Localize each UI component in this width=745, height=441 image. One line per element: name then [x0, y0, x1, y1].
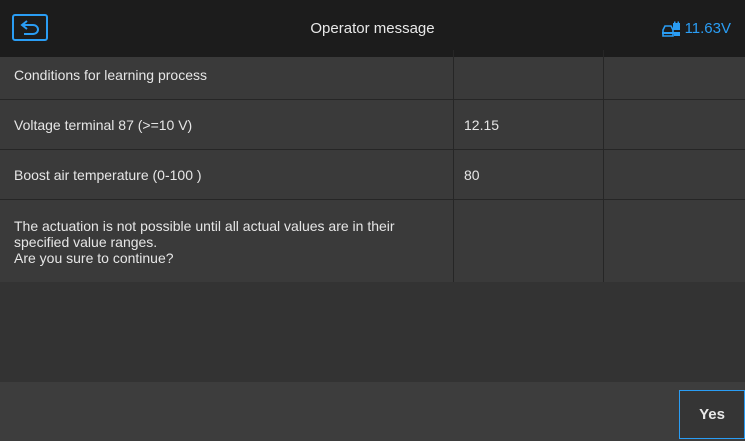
row-value: 80 — [454, 150, 604, 199]
footer-bar: Yes — [0, 382, 745, 441]
vehicle-battery-icon — [661, 21, 680, 37]
row-extra — [604, 100, 745, 149]
row-label: Voltage terminal 87 (>=10 V) — [0, 100, 454, 149]
voltage-value: 11.63V — [684, 20, 731, 37]
table-row: The actuation is not possible until all … — [0, 200, 745, 285]
row-label: Conditions for learning process — [0, 50, 454, 99]
row-extra — [604, 200, 745, 284]
back-arrow-icon — [20, 20, 39, 35]
battery-voltage-indicator: 11.63V — [661, 0, 731, 57]
row-extra — [604, 50, 745, 99]
empty-content-area — [0, 282, 745, 382]
data-table: Conditions for learning process Voltage … — [0, 50, 745, 285]
table-row: Conditions for learning process — [0, 50, 745, 100]
row-value — [454, 200, 604, 284]
back-button[interactable] — [12, 14, 48, 41]
table-row: Boost air temperature (0-100 ) 80 — [0, 150, 745, 200]
table-row: Voltage terminal 87 (>=10 V) 12.15 — [0, 100, 745, 150]
row-value — [454, 50, 604, 99]
header-bar: Operator message 11.63V — [0, 0, 745, 57]
row-label: Boost air temperature (0-100 ) — [0, 150, 454, 199]
page-title: Operator message — [310, 20, 435, 37]
row-extra — [604, 150, 745, 199]
row-value: 12.15 — [454, 100, 604, 149]
warning-message: The actuation is not possible until all … — [0, 200, 454, 284]
yes-button[interactable]: Yes — [679, 390, 745, 439]
